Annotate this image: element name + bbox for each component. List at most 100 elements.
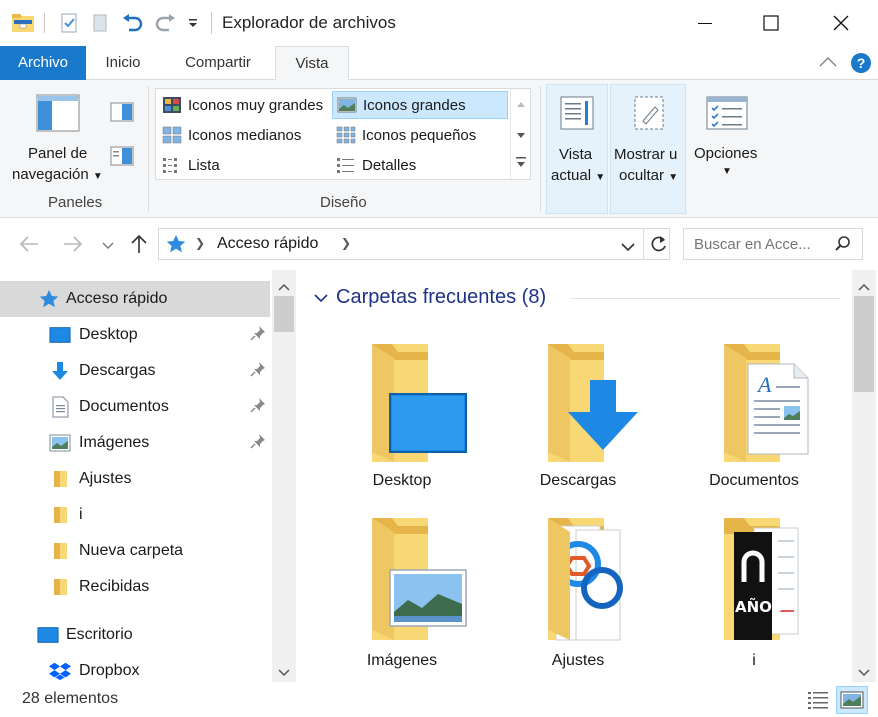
current-view-button[interactable]: Vista actual ▼ <box>546 84 608 214</box>
folder-icon <box>49 541 71 561</box>
tile-label: Ajustes <box>551 652 605 669</box>
details-pane-icon[interactable] <box>110 146 134 170</box>
sidebar-item-label: Escritorio <box>66 626 133 643</box>
options-label: Opciones <box>694 145 758 162</box>
folder-tile-imagenes[interactable]: Imágenes <box>314 516 490 694</box>
sidebar-item-ajustes[interactable]: Ajustes <box>0 461 270 497</box>
up-button[interactable] <box>128 233 150 259</box>
customize-toolbar-chevron-icon[interactable] <box>184 10 202 36</box>
sidebar-item-recibidas[interactable]: Recibidas <box>0 569 270 605</box>
sidebar-item-documentos[interactable]: Documentos <box>0 389 270 425</box>
new-folder-icon[interactable] <box>88 10 112 36</box>
folder-tile-documentos[interactable]: A Documentos <box>666 336 842 514</box>
layout-gallery-scroller[interactable] <box>510 89 530 179</box>
svg-text:A: A <box>756 372 772 397</box>
show-hide-icon <box>631 95 667 135</box>
tab-compartir[interactable]: Compartir <box>162 46 274 80</box>
address-bar[interactable]: ❯ Acceso rápido ❯ <box>158 228 670 260</box>
tab-archivo[interactable]: Archivo <box>0 46 86 80</box>
sidebar-item-descargas[interactable]: Descargas <box>0 353 270 389</box>
explorer-app-icon[interactable] <box>8 10 38 36</box>
current-view-icon <box>559 95 595 135</box>
status-bar: 28 elementos <box>0 682 878 717</box>
scrollbar-thumb[interactable] <box>274 296 294 332</box>
back-button[interactable] <box>18 234 40 258</box>
layout-item-label: Lista <box>188 156 220 174</box>
chevron-down-icon <box>102 242 114 249</box>
forward-button[interactable] <box>62 234 84 258</box>
layout-large-icons[interactable]: Iconos grandes <box>332 91 508 119</box>
layout-small-icons[interactable]: Iconos pequeños <box>332 121 508 149</box>
sidebar-item-escritorio[interactable]: Escritorio <box>0 617 270 653</box>
search-input[interactable] <box>694 236 834 253</box>
large-icons-icon <box>840 691 864 709</box>
folder-tile-i[interactable]: AÑOS i <box>666 516 842 694</box>
navigation-pane-label-2: navegación <box>12 166 89 183</box>
titlebar-divider <box>40 10 48 36</box>
list-view-icon <box>163 158 177 173</box>
tab-vista[interactable]: Vista <box>275 46 349 81</box>
navigation-pane-scrollbar[interactable] <box>272 270 296 682</box>
layout-item-label: Detalles <box>362 156 417 174</box>
folder-icon <box>49 505 71 525</box>
redo-icon[interactable] <box>152 10 180 36</box>
group-header[interactable]: Carpetas frecuentes (8) <box>314 286 546 309</box>
panes-group-label: Paneles <box>48 194 103 211</box>
scroll-down-icon[interactable] <box>278 664 290 681</box>
sidebar-item-nueva-carpeta[interactable]: Nueva carpeta <box>0 533 270 569</box>
properties-icon[interactable] <box>56 10 82 36</box>
details-view-toggle[interactable] <box>806 688 830 714</box>
pin-icon[interactable] <box>250 325 266 346</box>
sidebar-item-desktop[interactable]: Desktop <box>0 317 270 353</box>
preview-pane-icon[interactable] <box>110 102 134 126</box>
breadcrumb-chevron-icon[interactable]: ❯ <box>341 236 351 250</box>
search-box[interactable] <box>683 228 863 260</box>
folder-tile-desktop[interactable]: Desktop <box>314 336 490 514</box>
layout-details[interactable]: Detalles <box>332 151 508 179</box>
pictures-icon <box>49 433 71 453</box>
undo-icon[interactable] <box>118 10 146 36</box>
chevron-down-icon: ▼ <box>92 171 103 182</box>
help-icon[interactable]: ? <box>850 52 872 78</box>
pictures-folder-icon <box>372 518 467 640</box>
collapse-ribbon-icon[interactable] <box>818 54 838 74</box>
tab-inicio[interactable]: Inicio <box>88 46 158 80</box>
sidebar-item-label: Desktop <box>79 326 138 343</box>
sidebar-item-label: i <box>79 506 83 523</box>
address-history-button[interactable] <box>621 239 635 256</box>
large-icons-view-toggle[interactable] <box>836 686 868 714</box>
options-button[interactable]: Opciones ▼ <box>688 84 768 214</box>
scroll-up-icon[interactable] <box>858 278 870 295</box>
folder-tile-ajustes[interactable]: Ajustes <box>490 516 666 694</box>
scroll-up-icon[interactable] <box>278 278 290 295</box>
show-hide-button[interactable]: Mostrar u ocultar ▼ <box>610 84 686 214</box>
sidebar-item-imagenes[interactable]: Imágenes <box>0 425 270 461</box>
pin-icon[interactable] <box>250 361 266 382</box>
svg-text:?: ? <box>857 55 866 71</box>
folder-tile-descargas[interactable]: Descargas <box>490 336 666 514</box>
layout-gallery: Iconos muy grandes Iconos grandes Iconos… <box>155 88 531 180</box>
maximize-button[interactable] <box>738 0 804 46</box>
scrollbar-thumb[interactable] <box>854 296 874 392</box>
navigation-pane-button[interactable]: navegación ▼ <box>12 164 103 187</box>
search-icon[interactable] <box>834 235 852 257</box>
layout-medium-icons[interactable]: Iconos medianos <box>158 121 334 149</box>
breadcrumb-current[interactable]: Acceso rápido <box>217 235 318 253</box>
refresh-button[interactable] <box>649 234 669 258</box>
recent-locations-button[interactable] <box>102 238 114 255</box>
pin-icon[interactable] <box>250 433 266 454</box>
group-divider <box>570 298 840 299</box>
pin-icon[interactable] <box>250 397 266 418</box>
layout-list[interactable]: Lista <box>158 151 334 179</box>
scroll-down-icon[interactable] <box>858 664 870 681</box>
extra-large-icons-icon <box>163 97 181 113</box>
close-button[interactable] <box>808 0 874 46</box>
layout-item-label: Iconos muy grandes <box>188 96 324 114</box>
sidebar-item-acceso-rapido[interactable]: Acceso rápido <box>0 281 270 317</box>
sidebar-item-i[interactable]: i <box>0 497 270 533</box>
minimize-button[interactable] <box>672 0 738 46</box>
navigation-pane-label-1[interactable]: Panel de <box>28 143 87 164</box>
content-scrollbar[interactable] <box>852 270 876 682</box>
layout-extra-large-icons[interactable]: Iconos muy grandes <box>158 91 334 119</box>
current-view-label-1: Vista <box>559 146 593 163</box>
